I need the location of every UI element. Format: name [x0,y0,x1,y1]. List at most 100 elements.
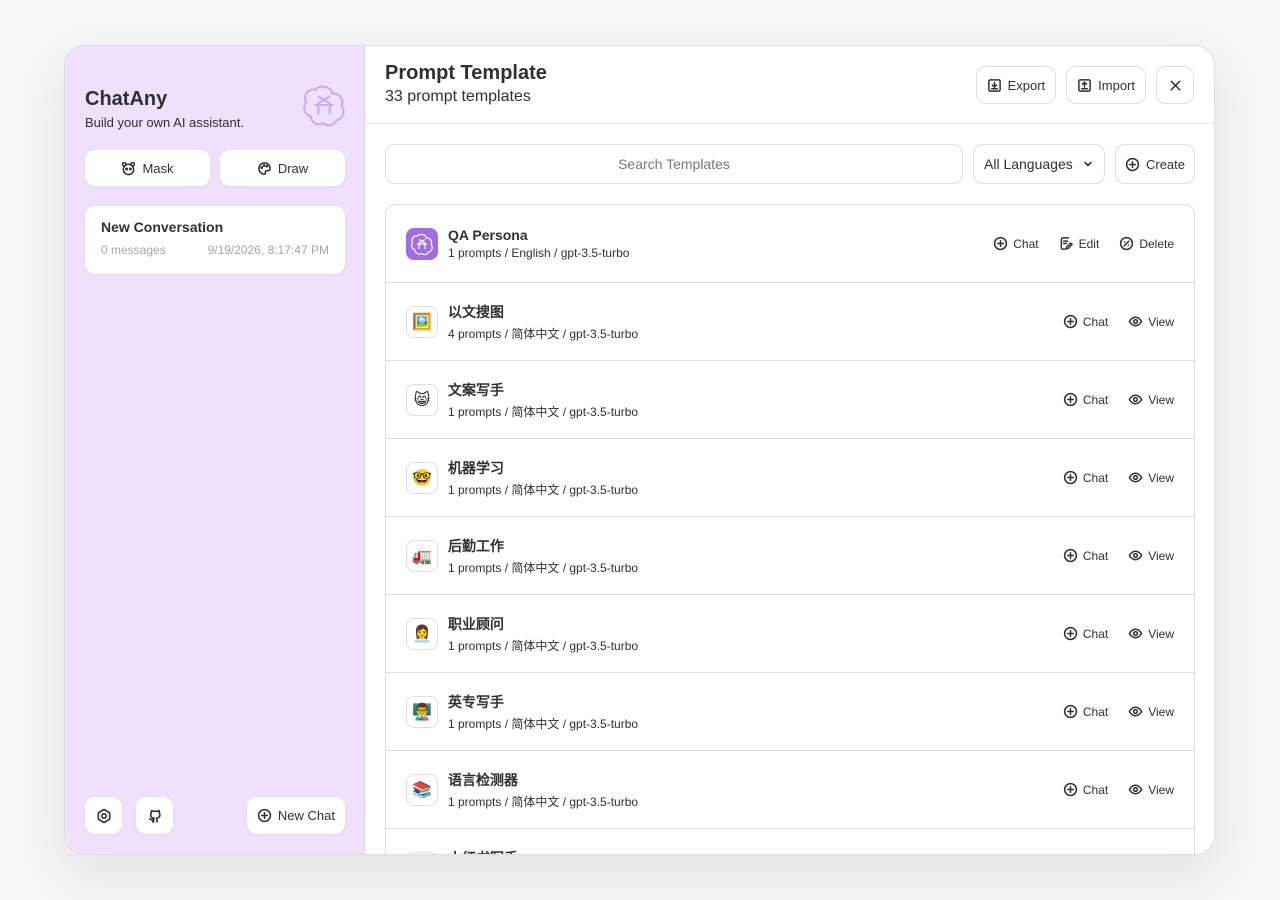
template-actions: ChatView [1063,829,1174,854]
search-input[interactable] [385,144,963,184]
chat-button[interactable]: Chat [1063,392,1108,407]
template-name: 文案写手 [448,381,504,398]
openai-logo-icon [303,85,345,127]
delete-icon [1120,236,1134,251]
template-toolbar: All Languages Create [385,144,1195,184]
template-row: 🤓 机器学习 1 prompts / 简体中文 / gpt-3.5-turbo … [386,439,1194,517]
new-chat-button[interactable]: New Chat [246,797,345,834]
view-button[interactable]: View [1128,548,1174,563]
github-icon [148,809,161,823]
close-button[interactable] [1156,66,1194,104]
template-meta: 1 prompts / 简体中文 / gpt-3.5-turbo [448,404,639,419]
template-avatar-emoji: 🖼️ [412,313,432,331]
chat-button[interactable]: Chat [1063,704,1108,719]
chat-label: Chat [1082,704,1109,719]
prompt-template-panel: Prompt Template 33 prompt templates Expo… [365,46,1214,854]
template-info: QA Persona 1 prompts / English / gpt-3.5… [448,227,629,260]
template-meta: 4 prompts / 简体中文 / gpt-3.5-turbo [448,326,639,341]
template-avatar-emoji: 😸 [413,391,431,409]
template-avatar: 🤓 [406,461,438,494]
template-name: 职业顾问 [448,615,504,632]
template-row: 👩‍💼 职业顾问 1 prompts / 简体中文 / gpt-3.5-turb… [386,595,1194,673]
template-actions: Chat View [1063,439,1174,516]
brand-subtitle: Build your own AI assistant. [85,115,244,130]
view-button[interactable]: View [1128,782,1174,797]
view-button[interactable]: View [1128,392,1174,407]
chat-button[interactable]: Chat [1063,548,1108,563]
palette-icon [258,161,271,175]
language-select[interactable]: All Languages [973,144,1105,184]
template-name: 英专写手 [448,693,504,710]
import-label: Import [1098,77,1135,93]
template-name: 语言检测器 [448,771,518,788]
chat-button[interactable]: Chat [993,236,1039,251]
create-label: Create [1145,156,1186,172]
plus-circle-icon [257,808,272,823]
template-info: 英专写手 1 prompts / 简体中文 / gpt-3.5-turbo [448,692,638,732]
github-button[interactable] [136,797,173,834]
template-info: 小红书写手 1 prompts / 简体中文 / gpt-3.5-turbo [448,848,638,855]
chat-button[interactable]: Chat [1063,314,1108,329]
template-info: 职业顾问 1 prompts / 简体中文 / gpt-3.5-turbo [448,614,638,654]
view-label: View [1148,548,1174,563]
template-avatar: 📕 [406,851,438,854]
settings-button[interactable] [85,797,122,834]
template-avatar-emoji: 🤓 [412,469,432,487]
chat-item-count: 0 messages [101,243,166,257]
template-actions: Chat View [1063,517,1174,594]
chat-button[interactable]: Chat [1063,782,1108,797]
chat-button[interactable]: Chat [1063,626,1108,641]
draw-label: Draw [277,160,309,176]
delete-label: Delete [1139,236,1174,251]
eye-icon [1128,706,1143,717]
chat-list-item[interactable]: New Conversation 0 messages 9/19/2026, 8… [85,206,345,274]
draw-button[interactable]: Draw [220,150,345,186]
template-row: 🚛 后勤工作 1 prompts / 简体中文 / gpt-3.5-turbo … [386,517,1194,595]
app-window: ChatAny Build your own AI assistant. Mas… [64,45,1215,855]
sidebar-tabs: Mask Draw [85,150,345,186]
eye-icon [1128,628,1143,639]
create-button[interactable]: Create [1115,144,1195,184]
eye-icon [1128,394,1143,405]
new-chat-label: New Chat [277,808,335,823]
template-name: 小红书写手 [448,848,638,855]
delete-button[interactable]: Delete [1119,236,1174,251]
view-button[interactable]: View [1128,314,1174,329]
chat-plus-icon [1063,392,1078,407]
template-row: QA Persona 1 prompts / English / gpt-3.5… [386,205,1194,283]
template-meta: 1 prompts / 简体中文 / gpt-3.5-turbo [448,638,639,653]
eye-icon [1128,550,1143,561]
eye-icon [1128,472,1143,483]
template-avatar: 🖼️ [406,305,438,338]
upload-icon [1078,78,1092,92]
template-row: 📕 小红书写手 1 prompts / 简体中文 / gpt-3.5-turbo… [386,829,1194,855]
import-button[interactable]: Import [1066,66,1146,104]
template-actions: Chat View [1063,751,1174,828]
chat-item-meta: 0 messages 9/19/2026, 8:17:47 PM [101,243,329,257]
export-button[interactable]: Export [975,66,1057,104]
plus-circle-icon [1125,157,1140,171]
edit-button[interactable]: Edit [1059,236,1099,251]
export-label: Export [1007,77,1046,93]
gear-icon [97,808,110,823]
chat-plus-icon [994,236,1008,251]
chat-plus-icon [1063,548,1078,563]
template-avatar-emoji: 📚 [412,781,432,799]
template-avatar-emoji: 👨‍🏫 [412,703,432,721]
view-button[interactable]: View [1128,626,1174,641]
chat-button[interactable]: Chat [1063,470,1108,485]
sidebar: ChatAny Build your own AI assistant. Mas… [65,46,365,854]
template-meta: 1 prompts / 简体中文 / gpt-3.5-turbo [448,794,639,809]
template-list: QA Persona 1 prompts / English / gpt-3.5… [385,204,1195,855]
chat-label: Chat [1013,236,1039,251]
mask-icon [122,161,136,175]
chat-label: Chat [1082,626,1109,641]
mask-button[interactable]: Mask [85,150,210,186]
template-avatar [406,227,438,260]
view-button[interactable]: View [1128,470,1174,485]
template-meta: 1 prompts / 简体中文 / gpt-3.5-turbo [448,482,639,497]
view-button[interactable]: View [1128,704,1174,719]
template-avatar-emoji: 🚛 [412,547,432,565]
sidebar-footer: New Chat [85,797,345,834]
template-actions: Chat View [1063,673,1174,750]
